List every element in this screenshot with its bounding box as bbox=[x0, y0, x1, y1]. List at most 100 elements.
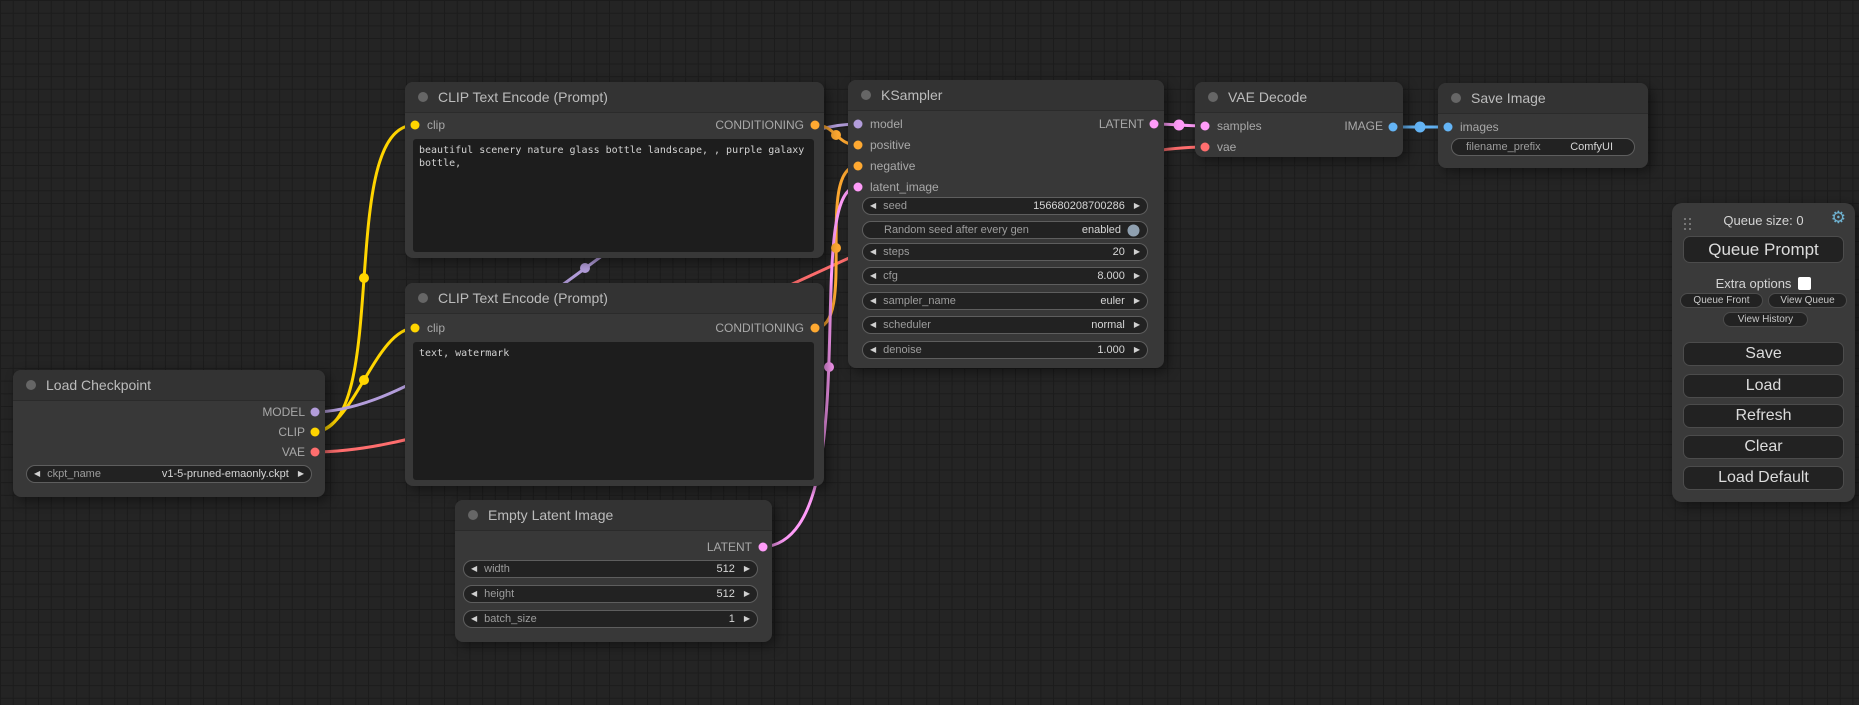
load-button[interactable]: Load bbox=[1683, 374, 1844, 398]
increment-arrow-icon[interactable]: ▶ bbox=[1134, 321, 1140, 329]
load-default-button[interactable]: Load Default bbox=[1683, 466, 1844, 490]
node-clip-text-encode-positive[interactable]: CLIP Text Encode (Prompt) clip CONDITION… bbox=[405, 82, 824, 258]
node-title-bar[interactable]: Empty Latent Image bbox=[455, 500, 772, 531]
input-slot-label-negative: negative bbox=[870, 159, 915, 173]
widget-cfg[interactable]: ◀ cfg 8.000 ▶ bbox=[862, 267, 1148, 285]
link-midpoint-dot bbox=[1174, 120, 1185, 131]
widget-width[interactable]: ◀ width 512 ▶ bbox=[463, 560, 758, 578]
refresh-button[interactable]: Refresh bbox=[1683, 404, 1844, 428]
queue-front-button[interactable]: Queue Front bbox=[1680, 293, 1763, 308]
node-title-bar[interactable]: Load Checkpoint bbox=[13, 370, 325, 401]
decrement-arrow-icon[interactable]: ◀ bbox=[870, 321, 876, 329]
node-status-dot-icon bbox=[1451, 93, 1461, 103]
decrement-arrow-icon[interactable]: ◀ bbox=[870, 248, 876, 256]
widget-sampler-name[interactable]: ◀ sampler_name euler ▶ bbox=[862, 292, 1148, 310]
increment-arrow-icon[interactable]: ▶ bbox=[1134, 272, 1140, 280]
decrement-arrow-icon[interactable]: ◀ bbox=[870, 297, 876, 305]
node-title-bar[interactable]: Save Image bbox=[1438, 83, 1648, 114]
node-title: VAE Decode bbox=[1228, 89, 1307, 105]
queue-size-label: Queue size: 0 bbox=[1672, 213, 1855, 228]
node-title: Load Checkpoint bbox=[46, 377, 151, 393]
link-midpoint-dot bbox=[824, 362, 834, 372]
node-title-bar[interactable]: VAE Decode bbox=[1195, 82, 1403, 113]
output-slot-label-conditioning: CONDITIONING bbox=[715, 321, 804, 335]
output-slot-label-latent: LATENT bbox=[1099, 117, 1144, 131]
link-midpoint-dot bbox=[359, 273, 369, 283]
widget-random-seed-toggle[interactable]: Random seed after every gen enabled bbox=[862, 221, 1148, 239]
settings-gear-icon[interactable]: ⚙ bbox=[1831, 209, 1846, 226]
view-history-button[interactable]: View History bbox=[1723, 312, 1808, 327]
increment-arrow-icon[interactable]: ▶ bbox=[298, 470, 304, 478]
node-status-dot-icon bbox=[418, 92, 428, 102]
node-title-bar[interactable]: CLIP Text Encode (Prompt) bbox=[405, 82, 824, 113]
toggle-dot-icon[interactable] bbox=[1127, 224, 1140, 237]
increment-arrow-icon[interactable]: ▶ bbox=[1134, 202, 1140, 210]
negative-prompt-textarea[interactable]: text, watermark bbox=[413, 342, 814, 480]
node-save-image[interactable]: Save Image images filename_prefix ComfyU… bbox=[1438, 83, 1648, 168]
increment-arrow-icon[interactable]: ▶ bbox=[744, 565, 750, 573]
extra-options-label: Extra options bbox=[1716, 276, 1792, 291]
input-slot-label-samples: samples bbox=[1217, 119, 1262, 133]
increment-arrow-icon[interactable]: ▶ bbox=[1134, 297, 1140, 305]
queue-prompt-button[interactable]: Queue Prompt bbox=[1683, 236, 1844, 263]
output-slot-label-latent: LATENT bbox=[707, 540, 752, 554]
decrement-arrow-icon[interactable]: ◀ bbox=[471, 590, 477, 598]
input-slot-label-model: model bbox=[870, 117, 903, 131]
output-slot-label-image: IMAGE bbox=[1344, 119, 1383, 133]
widget-batch-size[interactable]: ◀ batch_size 1 ▶ bbox=[463, 610, 758, 628]
output-slot-label-conditioning: CONDITIONING bbox=[715, 118, 804, 132]
decrement-arrow-icon[interactable]: ◀ bbox=[34, 470, 40, 478]
widget-filename-prefix[interactable]: filename_prefix ComfyUI bbox=[1451, 138, 1635, 156]
link-midpoint-dot bbox=[1415, 122, 1426, 133]
widget-denoise[interactable]: ◀ denoise 1.000 ▶ bbox=[862, 341, 1148, 359]
positive-prompt-textarea[interactable]: beautiful scenery nature glass bottle la… bbox=[413, 139, 814, 252]
view-queue-button[interactable]: View Queue bbox=[1768, 293, 1847, 308]
widget-seed[interactable]: ◀ seed 156680208700286 ▶ bbox=[862, 197, 1148, 215]
decrement-arrow-icon[interactable]: ◀ bbox=[471, 615, 477, 623]
link-midpoint-dot bbox=[359, 375, 369, 385]
node-status-dot-icon bbox=[861, 90, 871, 100]
node-graph-canvas[interactable]: CLIP Text Encode (Prompt) clip CONDITION… bbox=[0, 0, 1859, 705]
node-empty-latent-image[interactable]: Empty Latent Image LATENT ◀ width 512 ▶ … bbox=[455, 500, 772, 642]
output-slot-label-vae: VAE bbox=[282, 445, 305, 459]
node-title: CLIP Text Encode (Prompt) bbox=[438, 290, 608, 306]
extra-options-checkbox[interactable] bbox=[1798, 277, 1811, 290]
input-slot-label-vae: vae bbox=[1217, 140, 1236, 154]
decrement-arrow-icon[interactable]: ◀ bbox=[870, 346, 876, 354]
node-title: Save Image bbox=[1471, 90, 1546, 106]
increment-arrow-icon[interactable]: ▶ bbox=[744, 590, 750, 598]
node-load-checkpoint[interactable]: Load Checkpoint MODEL CLIP VAE ◀ ckpt_na… bbox=[13, 370, 325, 497]
input-slot-label-clip: clip bbox=[427, 321, 445, 335]
node-status-dot-icon bbox=[1208, 92, 1218, 102]
save-button[interactable]: Save bbox=[1683, 342, 1844, 366]
queue-menu-panel: Queue size: 0 ⚙ Queue Prompt Extra optio… bbox=[1672, 203, 1855, 502]
decrement-arrow-icon[interactable]: ◀ bbox=[870, 272, 876, 280]
node-title-bar[interactable]: KSampler bbox=[848, 80, 1164, 111]
link-midpoint-dot bbox=[831, 130, 841, 140]
input-slot-label-images: images bbox=[1460, 120, 1499, 134]
output-slot-label-model: MODEL bbox=[262, 405, 305, 419]
clear-button[interactable]: Clear bbox=[1683, 435, 1844, 459]
node-ksampler[interactable]: KSampler model positive negative latent_… bbox=[848, 80, 1164, 368]
decrement-arrow-icon[interactable]: ◀ bbox=[471, 565, 477, 573]
widget-ckpt-name[interactable]: ◀ ckpt_name v1-5-pruned-emaonly.ckpt ▶ bbox=[26, 465, 312, 483]
node-title: CLIP Text Encode (Prompt) bbox=[438, 89, 608, 105]
increment-arrow-icon[interactable]: ▶ bbox=[744, 615, 750, 623]
node-title: KSampler bbox=[881, 87, 942, 103]
input-slot-label-latent-image: latent_image bbox=[870, 180, 939, 194]
link-midpoint-dot bbox=[831, 243, 841, 253]
node-title-bar[interactable]: CLIP Text Encode (Prompt) bbox=[405, 283, 824, 314]
widget-scheduler[interactable]: ◀ scheduler normal ▶ bbox=[862, 316, 1148, 334]
widget-height[interactable]: ◀ height 512 ▶ bbox=[463, 585, 758, 603]
node-status-dot-icon bbox=[26, 380, 36, 390]
decrement-arrow-icon[interactable]: ◀ bbox=[870, 202, 876, 210]
widget-steps[interactable]: ◀ steps 20 ▶ bbox=[862, 243, 1148, 261]
node-status-dot-icon bbox=[418, 293, 428, 303]
link-midpoint-dot bbox=[580, 263, 590, 273]
node-title: Empty Latent Image bbox=[488, 507, 613, 523]
node-clip-text-encode-negative[interactable]: CLIP Text Encode (Prompt) clip CONDITION… bbox=[405, 283, 824, 486]
node-vae-decode[interactable]: VAE Decode samples vae IMAGE bbox=[1195, 82, 1403, 157]
increment-arrow-icon[interactable]: ▶ bbox=[1134, 248, 1140, 256]
increment-arrow-icon[interactable]: ▶ bbox=[1134, 346, 1140, 354]
input-slot-label-clip: clip bbox=[427, 118, 445, 132]
